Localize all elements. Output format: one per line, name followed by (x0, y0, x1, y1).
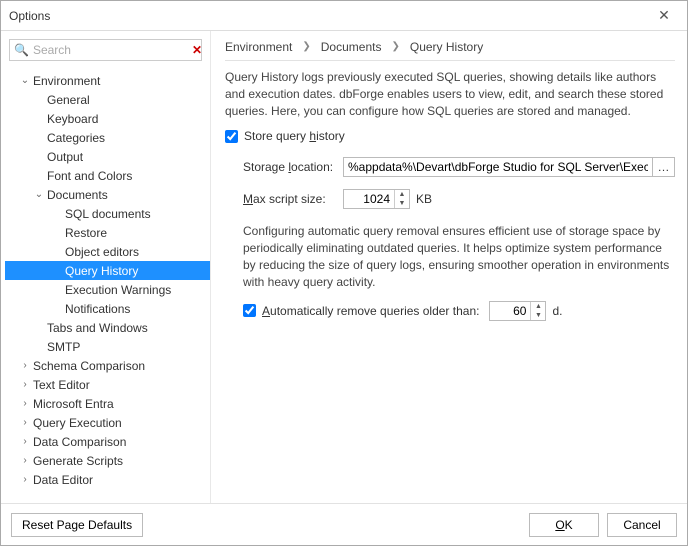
chevron-right-icon[interactable]: › (19, 379, 31, 390)
search-box: 🔍 ✕ (9, 39, 202, 61)
spin-up-icon[interactable]: ▲ (531, 302, 545, 311)
tree-texteditor[interactable]: ›Text Editor (5, 375, 210, 394)
tree-keyboard[interactable]: Keyboard (5, 109, 210, 128)
window-title: Options (9, 9, 649, 23)
max-script-label: Max script size: (243, 192, 343, 206)
tree-datacomp[interactable]: ›Data Comparison (5, 432, 210, 451)
dialog-footer: Reset Page Defaults OK Cancel (1, 503, 687, 545)
chevron-right-icon[interactable]: › (19, 398, 31, 409)
tree-msentra[interactable]: ›Microsoft Entra (5, 394, 210, 413)
storage-location-input[interactable] (343, 157, 653, 177)
page-description: Query History logs previously executed S… (225, 69, 675, 119)
tree-sqldocs[interactable]: SQL documents (5, 204, 210, 223)
store-history-label[interactable]: Store query history (244, 129, 345, 143)
storage-location-label: Storage location: (243, 160, 343, 174)
left-panel: 🔍 ✕ ⌄Environment General Keyboard Catego… (1, 31, 211, 503)
tree-categories[interactable]: Categories (5, 128, 210, 147)
max-script-input[interactable] (344, 192, 394, 206)
breadcrumb: Environment ❯ Documents ❯ Query History (225, 39, 675, 61)
auto-remove-spinner[interactable]: ▲▼ (489, 301, 546, 321)
chevron-right-icon: ❯ (391, 41, 399, 52)
auto-remove-description: Configuring automatic query removal ensu… (243, 223, 675, 290)
tree-smtp[interactable]: SMTP (5, 337, 210, 356)
auto-remove-unit: d. (552, 304, 562, 318)
tree-output[interactable]: Output (5, 147, 210, 166)
chevron-down-icon[interactable]: ⌄ (33, 189, 45, 200)
auto-remove-checkbox[interactable] (243, 304, 256, 317)
nav-tree[interactable]: ⌄Environment General Keyboard Categories… (1, 67, 210, 503)
crumb-environment[interactable]: Environment (225, 40, 292, 54)
content-panel: Environment ❯ Documents ❯ Query History … (211, 31, 687, 503)
search-input[interactable] (29, 43, 192, 57)
auto-remove-input[interactable] (490, 304, 530, 318)
tree-fonts[interactable]: Font and Colors (5, 166, 210, 185)
tree-queryhistory[interactable]: Query History (5, 261, 210, 280)
spin-down-icon[interactable]: ▼ (531, 311, 545, 320)
chevron-down-icon[interactable]: ⌄ (19, 75, 31, 86)
reset-defaults-button[interactable]: Reset Page Defaults (11, 513, 143, 537)
options-dialog: Options ✕ 🔍 ✕ ⌄Environment General Keybo… (0, 0, 688, 546)
crumb-documents[interactable]: Documents (321, 40, 382, 54)
tree-documents[interactable]: ⌄Documents (5, 185, 210, 204)
tree-general[interactable]: General (5, 90, 210, 109)
tree-notifications[interactable]: Notifications (5, 299, 210, 318)
tree-environment[interactable]: ⌄Environment (5, 71, 210, 90)
search-icon: 🔍 (14, 43, 29, 57)
spin-down-icon[interactable]: ▼ (395, 199, 409, 208)
spin-up-icon[interactable]: ▲ (395, 190, 409, 199)
storage-location-row: Storage location: … (243, 157, 675, 177)
titlebar: Options ✕ (1, 1, 687, 31)
chevron-right-icon[interactable]: › (19, 417, 31, 428)
max-script-spinner[interactable]: ▲▼ (343, 189, 410, 209)
max-script-unit: KB (416, 192, 432, 206)
max-script-row: Max script size: ▲▼ KB (243, 189, 675, 209)
browse-button[interactable]: … (653, 157, 675, 177)
chevron-right-icon: ❯ (302, 41, 310, 52)
clear-search-icon[interactable]: ✕ (192, 43, 202, 57)
crumb-queryhistory: Query History (410, 40, 483, 54)
tree-objeditors[interactable]: Object editors (5, 242, 210, 261)
store-history-checkbox[interactable] (225, 130, 238, 143)
chevron-right-icon[interactable]: › (19, 360, 31, 371)
tree-genscripts[interactable]: ›Generate Scripts (5, 451, 210, 470)
tree-dataeditor[interactable]: ›Data Editor (5, 470, 210, 489)
store-history-row: Store query history (225, 129, 675, 143)
ok-button[interactable]: OK (529, 513, 599, 537)
tree-schemacomp[interactable]: ›Schema Comparison (5, 356, 210, 375)
tree-execwarn[interactable]: Execution Warnings (5, 280, 210, 299)
cancel-button[interactable]: Cancel (607, 513, 677, 537)
auto-remove-row: Automatically remove queries older than:… (243, 301, 675, 321)
tree-restore[interactable]: Restore (5, 223, 210, 242)
tree-queryexec[interactable]: ›Query Execution (5, 413, 210, 432)
tree-tabswin[interactable]: Tabs and Windows (5, 318, 210, 337)
auto-remove-label[interactable]: Automatically remove queries older than: (262, 304, 479, 318)
chevron-right-icon[interactable]: › (19, 436, 31, 447)
chevron-right-icon[interactable]: › (19, 474, 31, 485)
close-icon[interactable]: ✕ (649, 7, 679, 24)
chevron-right-icon[interactable]: › (19, 455, 31, 466)
